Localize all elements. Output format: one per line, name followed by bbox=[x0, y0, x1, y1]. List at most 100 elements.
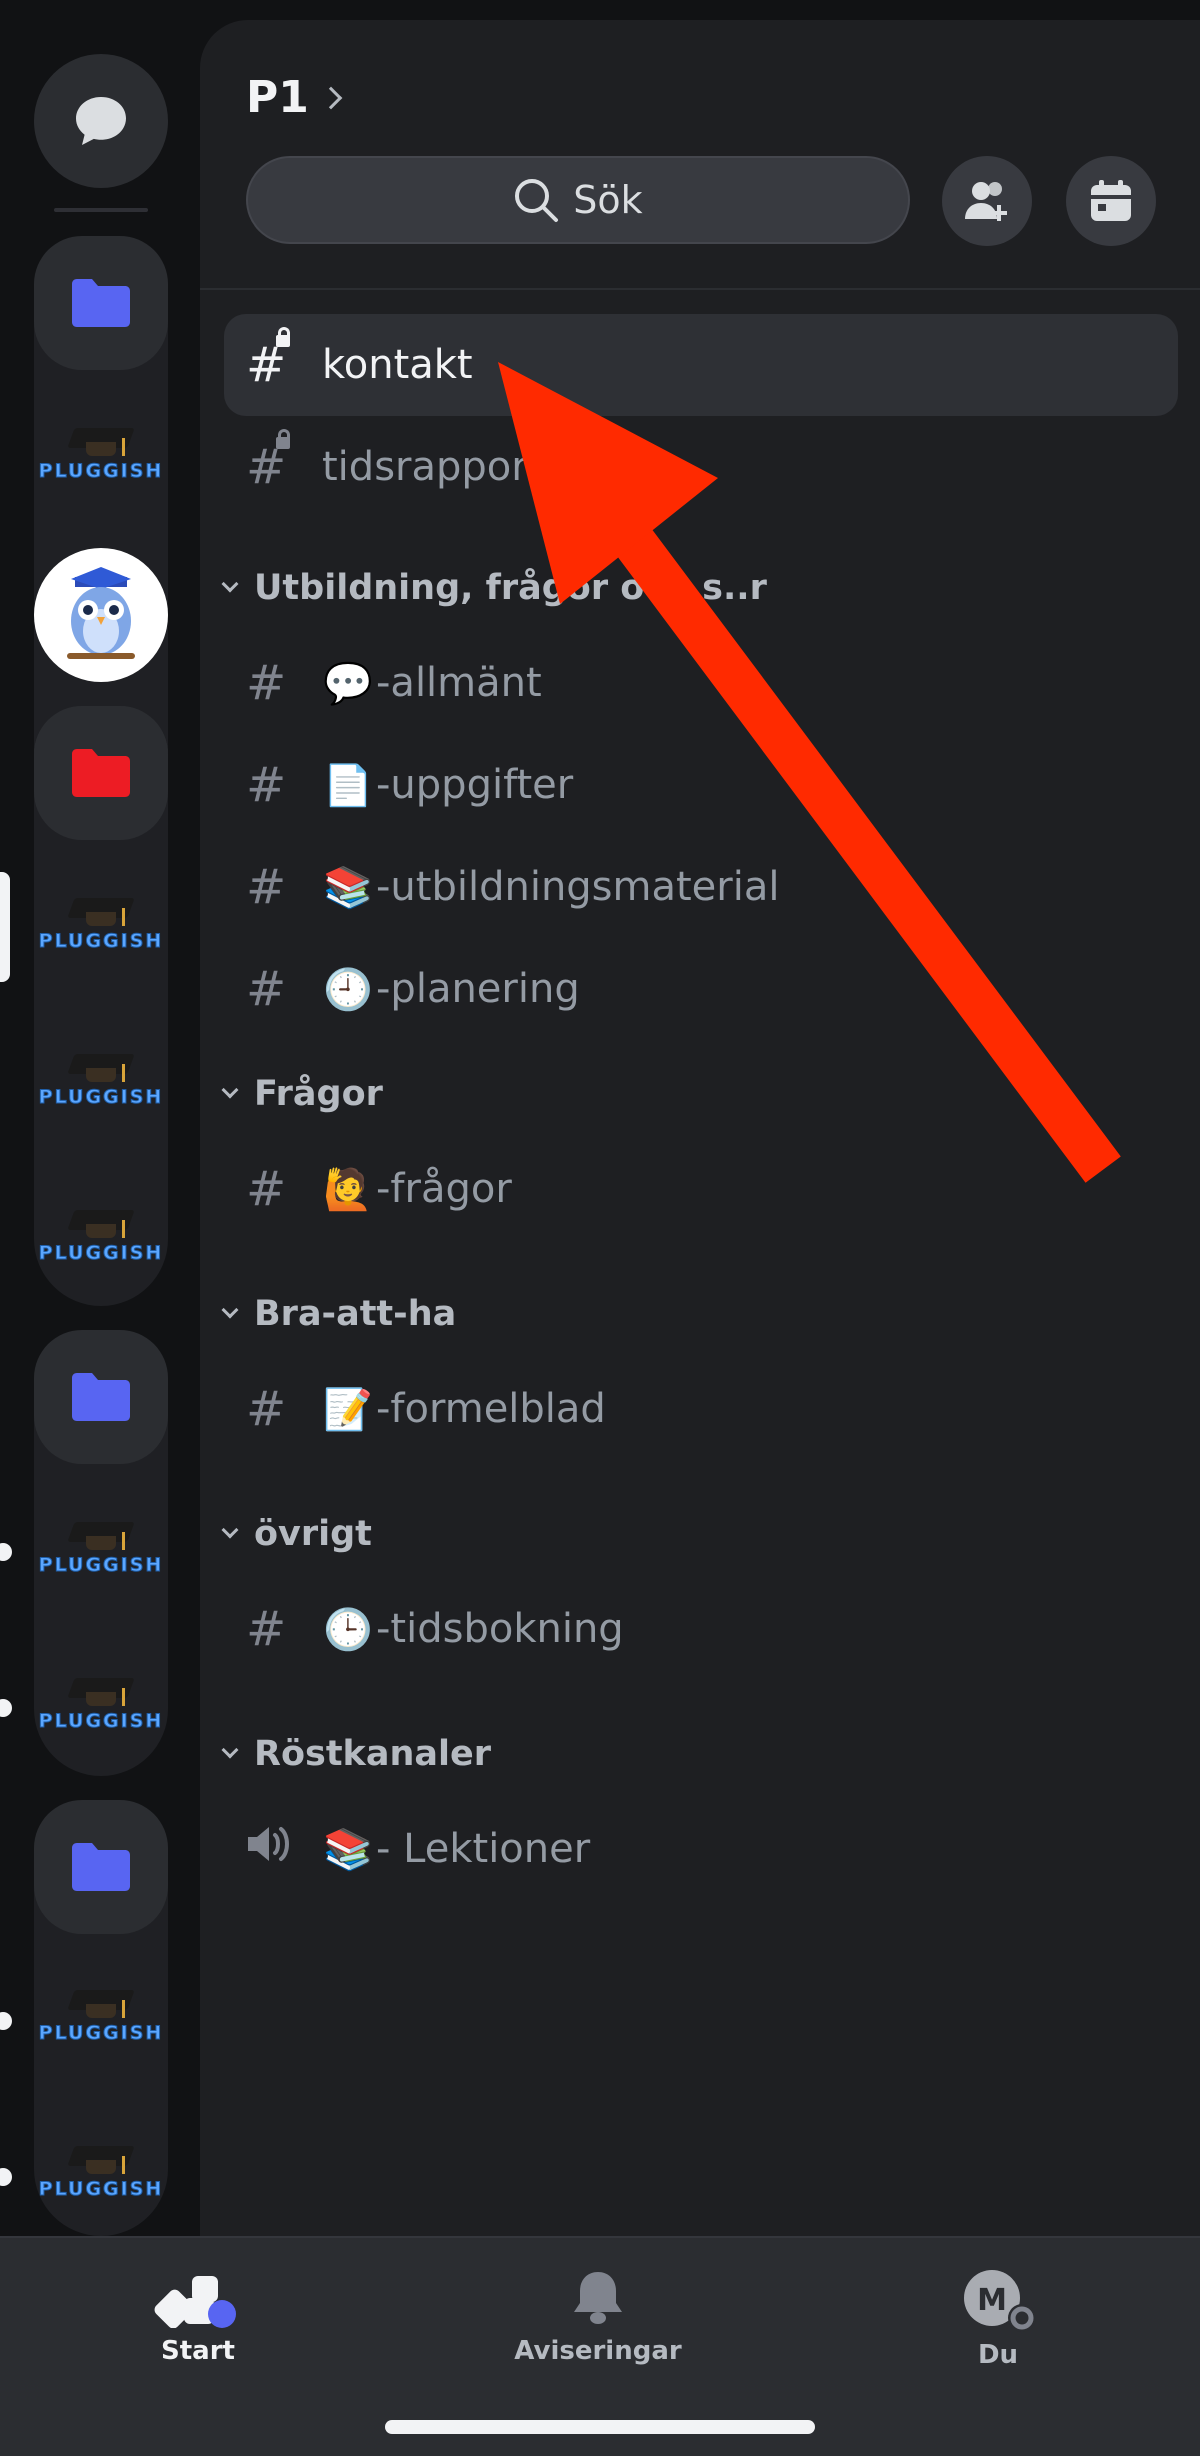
pluggish-logo: PLUGGISH bbox=[37, 883, 165, 963]
folder-icon bbox=[72, 749, 130, 797]
server-pluggish-8[interactable]: PLUGGISH bbox=[34, 2104, 168, 2238]
server-pluggish-6[interactable]: PLUGGISH bbox=[34, 1636, 168, 1770]
pluggish-logo: PLUGGISH bbox=[37, 413, 165, 493]
hash-icon: # bbox=[246, 859, 287, 915]
server-pluggish-5[interactable]: PLUGGISH bbox=[34, 1480, 168, 1614]
header-divider bbox=[200, 288, 1200, 290]
folder-button-1[interactable] bbox=[34, 236, 168, 370]
pluggish-logo: PLUGGISH bbox=[37, 1507, 165, 1587]
locked-hash-icon: # bbox=[224, 429, 294, 495]
category-utbildning[interactable]: Utbildning, frågor och s..r bbox=[216, 558, 767, 618]
server-pluggish-7[interactable]: PLUGGISH bbox=[34, 1948, 168, 2082]
voice-channel-lektioner[interactable]: 📚 - Lektioner bbox=[224, 1798, 1178, 1900]
chevron-right-icon bbox=[319, 86, 343, 109]
pluggish-logo: PLUGGISH bbox=[37, 1195, 165, 1275]
nav-start-label: Start bbox=[161, 2336, 235, 2366]
chevron-down-icon bbox=[221, 1521, 239, 1539]
locked-hash-icon: # bbox=[224, 327, 294, 393]
category-label: Frågor bbox=[254, 1074, 383, 1114]
calendar-icon bbox=[1091, 180, 1131, 221]
clock-icon: 🕒 bbox=[323, 1606, 373, 1653]
server-pluggish-3[interactable]: PLUGGISH bbox=[34, 1012, 168, 1146]
channel-panel: P1 Sök # kontakt # tidsrappor Utbildning… bbox=[200, 20, 1200, 2236]
hash-icon: # bbox=[246, 757, 287, 813]
home-indicator bbox=[385, 2420, 815, 2434]
chevron-down-icon bbox=[221, 1081, 239, 1099]
category-ovrigt[interactable]: övrigt bbox=[216, 1504, 372, 1564]
selected-server-pill bbox=[0, 872, 10, 982]
channel-name: tidsrappor bbox=[322, 444, 528, 490]
category-rostkanaler[interactable]: Röstkanaler bbox=[216, 1724, 491, 1784]
rail-separator bbox=[54, 208, 148, 212]
chevron-down-icon bbox=[221, 1741, 239, 1759]
channel-name: -planering bbox=[376, 966, 580, 1012]
search-input[interactable]: Sök bbox=[246, 156, 910, 244]
nav-you[interactable]: M Du bbox=[868, 2268, 1128, 2370]
folder-button-2-top[interactable] bbox=[34, 706, 168, 840]
hash-icon: # bbox=[246, 1161, 287, 1217]
folder-icon bbox=[72, 279, 130, 327]
folder-icon bbox=[72, 1843, 130, 1891]
channel-kontakt[interactable]: # kontakt bbox=[224, 314, 1178, 416]
pluggish-logo: PLUGGISH bbox=[37, 1039, 165, 1119]
svg-text:M: M bbox=[977, 2283, 1007, 2318]
hash-icon: # bbox=[246, 655, 287, 711]
add-user-icon bbox=[965, 182, 1007, 221]
bell-icon bbox=[574, 2272, 622, 2324]
server-pluggish-4[interactable]: PLUGGISH bbox=[34, 1168, 168, 1302]
category-label: Bra-att-ha bbox=[254, 1294, 457, 1334]
channel-name: - Lektioner bbox=[376, 1826, 591, 1872]
category-bra-att-ha[interactable]: Bra-att-ha bbox=[216, 1284, 456, 1344]
channel-tidsrappor[interactable]: # tidsrappor bbox=[224, 416, 1178, 518]
owl-icon bbox=[67, 567, 135, 659]
channel-uppgifter[interactable]: # 📄 -uppgifter bbox=[224, 734, 1178, 836]
hash-icon: # bbox=[246, 1601, 287, 1657]
pluggish-logo: PLUGGISH bbox=[37, 1663, 165, 1743]
books-icon: 📚 bbox=[323, 1826, 373, 1873]
page-icon: 📄 bbox=[323, 762, 373, 809]
nav-notifications[interactable]: Aviseringar bbox=[468, 2268, 728, 2366]
server-pluggish-1[interactable]: PLUGGISH bbox=[34, 386, 168, 520]
server-pluggish-2[interactable]: PLUGGISH bbox=[34, 856, 168, 990]
unread-dot bbox=[0, 2168, 12, 2186]
search-label: Sök bbox=[573, 178, 643, 222]
servers-home-icon bbox=[154, 2276, 236, 2328]
category-fragor[interactable]: Frågor bbox=[216, 1064, 383, 1124]
events-button[interactable] bbox=[1066, 156, 1156, 246]
nav-notifications-label: Aviseringar bbox=[514, 2336, 682, 2366]
channel-allmant[interactable]: # 💬 -allmänt bbox=[224, 632, 1178, 734]
server-owl-avatar[interactable] bbox=[34, 548, 168, 682]
nav-start[interactable]: Start bbox=[68, 2268, 328, 2366]
books-icon: 📚 bbox=[323, 864, 373, 911]
channel-name: -tidsbokning bbox=[376, 1606, 624, 1652]
hash-icon: # bbox=[246, 961, 287, 1017]
channel-formelblad[interactable]: # 📝 -formelblad bbox=[224, 1358, 1178, 1460]
user-avatar-icon: M bbox=[964, 2270, 1036, 2332]
nav-you-label: Du bbox=[977, 2340, 1019, 2370]
channel-name: -uppgifter bbox=[376, 762, 574, 808]
unread-dot bbox=[0, 1543, 12, 1561]
invite-members-button[interactable] bbox=[942, 156, 1032, 246]
chevron-down-icon bbox=[221, 575, 239, 593]
channel-name: -allmänt bbox=[376, 660, 542, 706]
server-header[interactable]: P1 bbox=[246, 72, 343, 123]
category-label: Röstkanaler bbox=[254, 1734, 491, 1774]
category-label: Utbildning, frågor och s..r bbox=[254, 568, 767, 608]
channel-utbildningsmaterial[interactable]: # 📚 -utbildningsmaterial bbox=[224, 836, 1178, 938]
channel-name: -utbildningsmaterial bbox=[376, 864, 780, 910]
channel-name: kontakt bbox=[322, 342, 473, 388]
channel-planering[interactable]: # 🕘 -planering bbox=[224, 938, 1178, 1040]
chevron-down-icon bbox=[221, 1301, 239, 1319]
folder-button-3[interactable] bbox=[34, 1330, 168, 1464]
search-icon bbox=[515, 179, 559, 222]
server-name: P1 bbox=[246, 72, 309, 123]
clock-icon: 🕘 bbox=[323, 966, 373, 1013]
direct-messages-button[interactable] bbox=[34, 54, 168, 188]
category-label: övrigt bbox=[254, 1514, 372, 1554]
memo-icon: 📝 bbox=[323, 1386, 373, 1433]
channel-fragor[interactable]: # 🙋 -frågor bbox=[224, 1138, 1178, 1240]
channel-tidsbokning[interactable]: # 🕒 -tidsbokning bbox=[224, 1578, 1178, 1680]
server-rail: PLUGGISH PLUGGISH PLUGGISH PLUGGISH PLUG… bbox=[0, 0, 200, 2236]
folder-button-4[interactable] bbox=[34, 1800, 168, 1934]
hash-icon: # bbox=[246, 1381, 287, 1437]
